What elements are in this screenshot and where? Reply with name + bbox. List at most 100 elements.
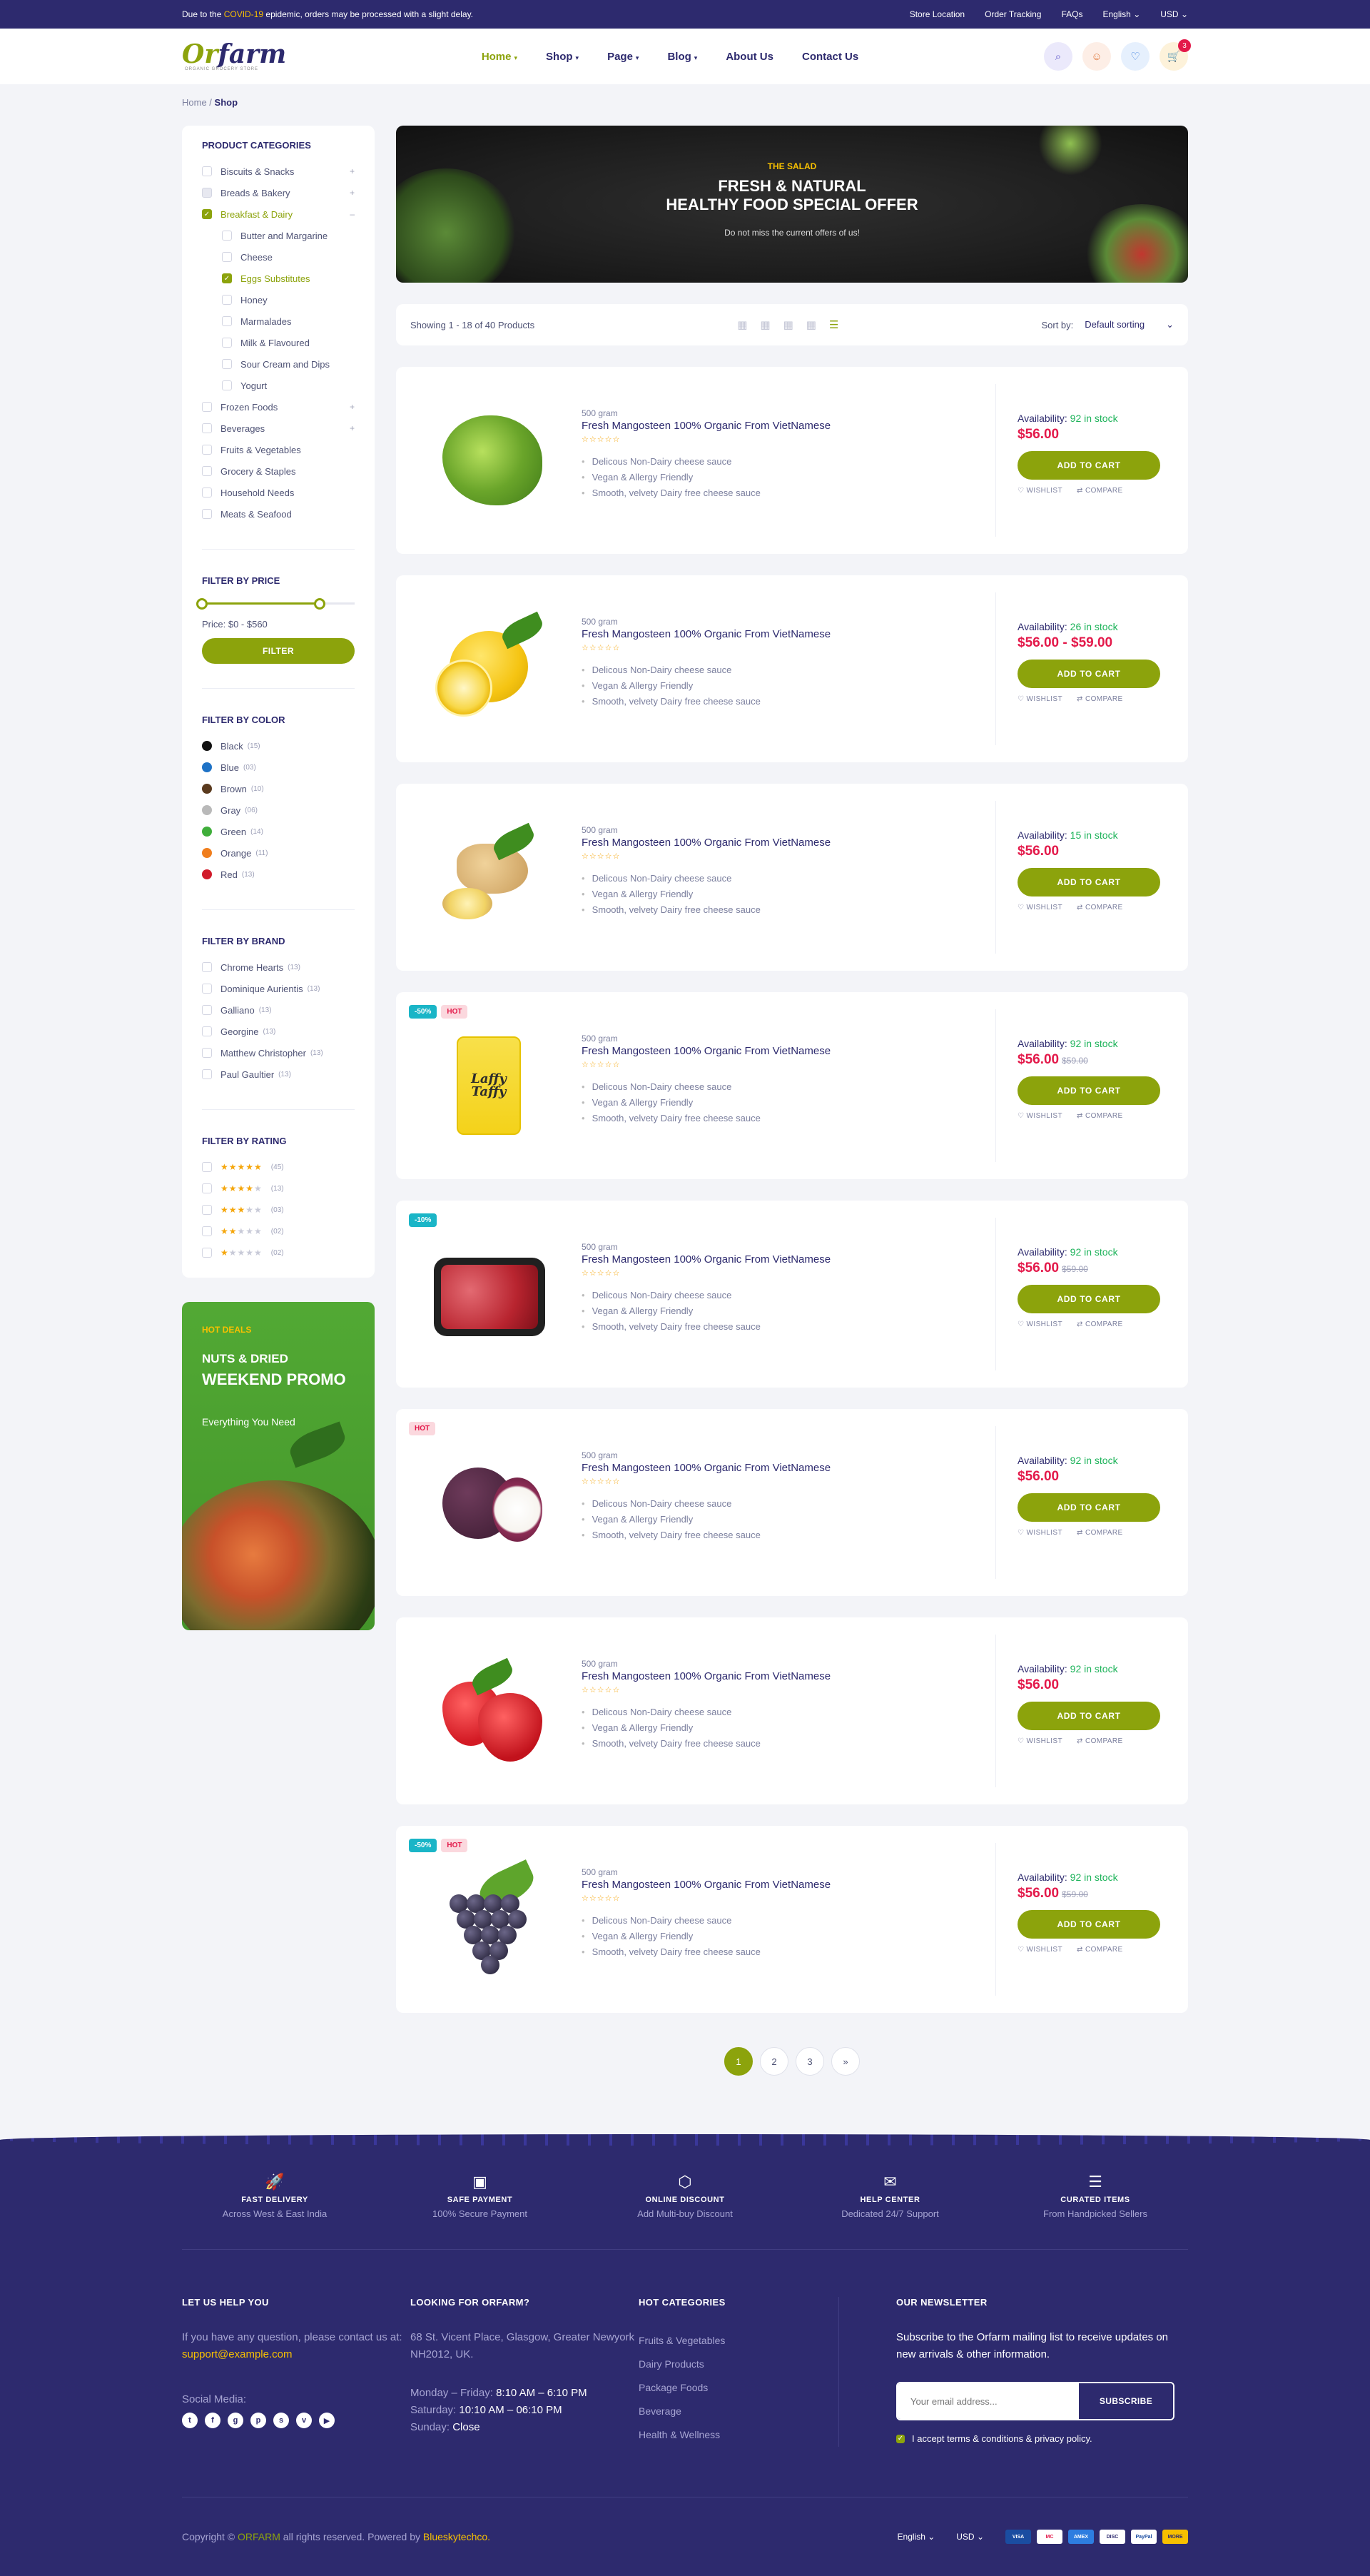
expand-icon[interactable]: + — [350, 402, 355, 412]
brand-checkbox[interactable] — [202, 1069, 212, 1079]
add-to-cart-button[interactable]: ADD TO CART — [1018, 660, 1160, 688]
wishlist-button[interactable]: ♡ WISHLIST — [1018, 1529, 1062, 1537]
breadcrumb-home[interactable]: Home — [182, 97, 207, 108]
compare-button[interactable]: ⇄ COMPARE — [1077, 487, 1123, 495]
product-image[interactable] — [428, 1449, 549, 1556]
nav-home[interactable]: Home ▾ — [482, 51, 517, 63]
rating-option[interactable]: ★★★★★ (02) — [202, 1221, 355, 1242]
category-item[interactable]: Yogurt — [202, 375, 355, 396]
nav-page[interactable]: Page ▾ — [607, 51, 639, 63]
product-title[interactable]: Fresh Mangosteen 100% Organic From VietN… — [582, 628, 995, 640]
category-item[interactable]: ✓ Breakfast & Dairy – — [202, 203, 355, 225]
category-checkbox[interactable]: ✓ — [202, 209, 212, 219]
add-to-cart-button[interactable]: ADD TO CART — [1018, 1702, 1160, 1730]
price-max-handle[interactable] — [313, 598, 325, 610]
wishlist-button[interactable]: ♡ WISHLIST — [1018, 1320, 1062, 1328]
compare-button[interactable]: ⇄ COMPARE — [1077, 1320, 1123, 1328]
category-item[interactable]: Biscuits & Snacks + — [202, 161, 355, 182]
brand-checkbox[interactable] — [202, 962, 212, 972]
category-item[interactable]: Butter and Margarine — [202, 225, 355, 246]
category-checkbox[interactable] — [222, 380, 232, 390]
heart-icon[interactable]: ♡ — [1120, 42, 1150, 71]
rating-option[interactable]: ★★★★★ (13) — [202, 1178, 355, 1199]
category-item[interactable]: ✓ Eggs Substitutes — [202, 268, 355, 289]
rating-checkbox[interactable] — [202, 1248, 212, 1258]
site-logo[interactable]: Orfarm ORGANIC GROCERY STORE — [182, 41, 296, 71]
color-option[interactable]: Red (13) — [202, 864, 355, 885]
collapse-icon[interactable]: – — [350, 209, 355, 219]
currency-select[interactable]: USD ⌄ — [1160, 9, 1188, 19]
rating-checkbox[interactable] — [202, 1226, 212, 1236]
product-image[interactable] — [428, 611, 549, 722]
search-icon[interactable]: ⌕ — [1043, 42, 1072, 71]
category-checkbox[interactable] — [222, 316, 232, 326]
next-page[interactable]: » — [831, 2047, 860, 2076]
youtube-icon[interactable]: ▶ — [319, 2413, 335, 2428]
subscribe-button[interactable]: SUBSCRIBE — [1079, 2383, 1173, 2419]
newsletter-email-input[interactable] — [898, 2383, 1079, 2419]
category-item[interactable]: Honey — [202, 289, 355, 310]
grid-3-icon[interactable]: ▦ — [760, 318, 770, 331]
category-item[interactable]: Meats & Seafood — [202, 503, 355, 525]
category-item[interactable]: Marmalades — [202, 310, 355, 332]
expand-icon[interactable]: + — [350, 423, 355, 433]
wishlist-button[interactable]: ♡ WISHLIST — [1018, 695, 1062, 703]
rating-option[interactable]: ★★★★★ (02) — [202, 1242, 355, 1263]
brand-checkbox[interactable] — [202, 1026, 212, 1036]
product-image[interactable]: Laffy Taffy — [428, 1032, 549, 1139]
category-checkbox[interactable] — [222, 295, 232, 305]
category-item[interactable]: Grocery & Staples — [202, 460, 355, 482]
product-image[interactable] — [428, 1859, 549, 1974]
grid-4-icon[interactable]: ▦ — [783, 318, 793, 331]
add-to-cart-button[interactable]: ADD TO CART — [1018, 451, 1160, 480]
expand-icon[interactable]: + — [350, 188, 355, 198]
category-checkbox[interactable] — [202, 445, 212, 455]
category-item[interactable]: Milk & Flavoured — [202, 332, 355, 353]
hot-category-link[interactable]: Fruits & Vegetables — [639, 2329, 853, 2353]
shop-banner[interactable]: THE SALAD FRESH & NATURAL HEALTHY FOOD S… — [396, 126, 1188, 283]
category-checkbox[interactable] — [202, 402, 212, 412]
brand-option[interactable]: Dominique Aurientis (13) — [202, 978, 355, 999]
category-item[interactable]: Frozen Foods + — [202, 396, 355, 418]
rating-option[interactable]: ★★★★★ (45) — [202, 1156, 355, 1178]
page-3[interactable]: 3 — [796, 2047, 824, 2076]
wishlist-button[interactable]: ♡ WISHLIST — [1018, 1737, 1062, 1745]
hot-category-link[interactable]: Health & Wellness — [639, 2423, 853, 2447]
product-title[interactable]: Fresh Mangosteen 100% Organic From VietN… — [582, 420, 995, 432]
brand-checkbox[interactable] — [202, 1005, 212, 1015]
color-option[interactable]: Black (15) — [202, 735, 355, 757]
category-checkbox[interactable] — [202, 423, 212, 433]
product-image[interactable] — [428, 1657, 549, 1764]
product-title[interactable]: Fresh Mangosteen 100% Organic From VietN… — [582, 1670, 995, 1682]
rating-checkbox[interactable] — [202, 1183, 212, 1193]
product-title[interactable]: Fresh Mangosteen 100% Organic From VietN… — [582, 1045, 995, 1057]
product-image[interactable] — [428, 822, 549, 931]
twitter-icon[interactable]: t — [182, 2413, 198, 2428]
product-image[interactable] — [428, 1241, 549, 1348]
wishlist-button[interactable]: ♡ WISHLIST — [1018, 904, 1062, 911]
nav-contact[interactable]: Contact Us — [802, 51, 858, 63]
product-image[interactable] — [428, 407, 549, 514]
grid-2-icon[interactable]: ▦ — [737, 318, 747, 331]
compare-button[interactable]: ⇄ COMPARE — [1077, 904, 1123, 911]
language-select[interactable]: English ⌄ — [1102, 9, 1140, 19]
category-checkbox[interactable] — [202, 509, 212, 519]
add-to-cart-button[interactable]: ADD TO CART — [1018, 1910, 1160, 1939]
nav-about[interactable]: About Us — [726, 51, 773, 63]
category-checkbox[interactable] — [222, 231, 232, 241]
page-2[interactable]: 2 — [760, 2047, 788, 2076]
grid-5-icon[interactable]: ▦ — [806, 318, 816, 331]
nav-shop[interactable]: Shop ▾ — [546, 51, 579, 63]
footer-language-select[interactable]: English ⌄ — [898, 2532, 935, 2542]
category-item[interactable]: Breads & Bakery + — [202, 182, 355, 203]
brand-option[interactable]: Georgine (13) — [202, 1021, 355, 1042]
list-view-icon[interactable]: ☰ — [829, 318, 838, 331]
faqs-link[interactable]: FAQs — [1061, 9, 1082, 19]
terms-checkbox[interactable]: ✓ — [896, 2434, 905, 2443]
sort-select[interactable]: Default sorting ⌄ — [1085, 319, 1174, 330]
compare-button[interactable]: ⇄ COMPARE — [1077, 1946, 1123, 1954]
terms-checkbox-row[interactable]: ✓ I accept terms & conditions & privacy … — [896, 2433, 1182, 2444]
product-title[interactable]: Fresh Mangosteen 100% Organic From VietN… — [582, 1879, 995, 1891]
category-checkbox[interactable] — [202, 166, 212, 176]
color-option[interactable]: Green (14) — [202, 821, 355, 842]
